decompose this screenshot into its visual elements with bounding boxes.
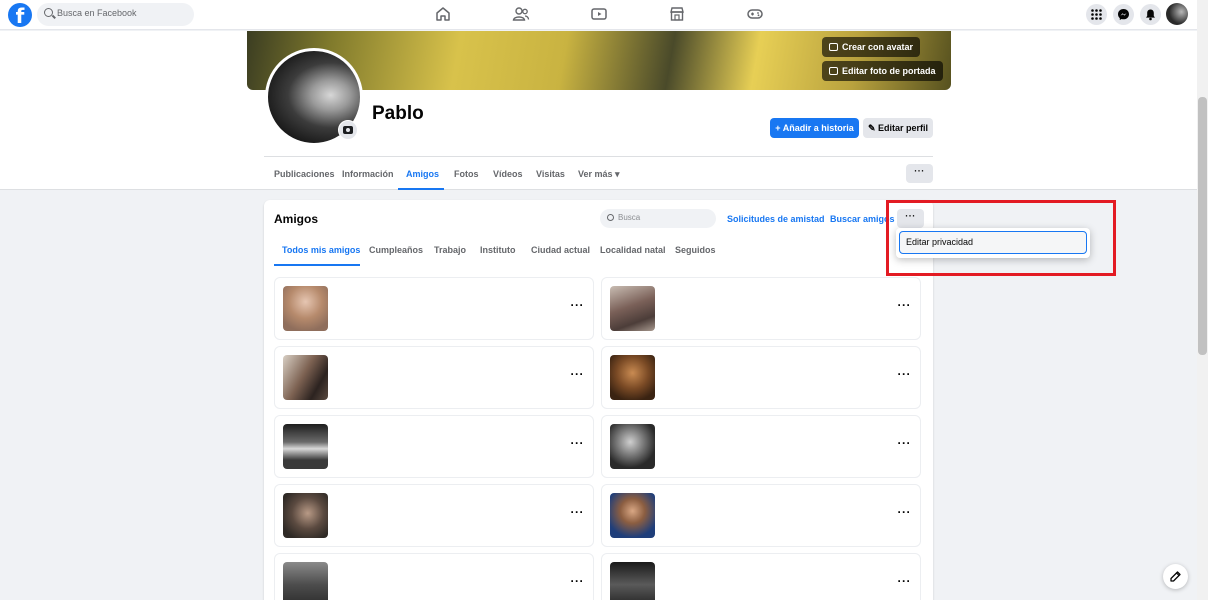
friend-card[interactable]: ··· (274, 484, 594, 547)
friend-card[interactable]: ··· (274, 553, 594, 600)
search-placeholder: Busca en Facebook (57, 8, 137, 18)
friend-card[interactable]: ··· (601, 277, 921, 340)
create-avatar-button[interactable]: Crear con avatar (822, 37, 921, 57)
add-to-story-button[interactable]: + Añadir a historia (770, 118, 859, 138)
tab-cumpleanos[interactable]: Cumpleaños (369, 245, 423, 255)
friend-options-button[interactable]: ··· (571, 298, 585, 312)
marketplace-icon[interactable] (668, 5, 686, 23)
friend-photo[interactable] (610, 493, 655, 538)
friend-card[interactable]: ··· (601, 346, 921, 409)
tab-instituto[interactable]: Instituto (480, 245, 516, 255)
friend-options-button[interactable]: ··· (571, 574, 585, 588)
bell-icon[interactable] (1140, 4, 1161, 25)
messenger-icon[interactable] (1113, 4, 1134, 25)
header-divider (264, 156, 933, 157)
edit-cover-photo-button[interactable]: Editar foto de portada (822, 61, 943, 81)
pencil-icon: ✎ (867, 123, 879, 133)
friend-card[interactable]: ··· (274, 346, 594, 409)
friend-photo[interactable] (283, 493, 328, 538)
friend-options-button[interactable]: ··· (898, 505, 912, 519)
camera-icon (829, 67, 838, 75)
active-tab-indicator (274, 264, 360, 266)
tab-visitas[interactable]: Visitas (536, 169, 565, 179)
friend-card[interactable]: ··· (601, 415, 921, 478)
friend-card[interactable]: ··· (274, 415, 594, 478)
tab-videos[interactable]: Vídeos (493, 169, 523, 179)
friend-photo[interactable] (283, 562, 328, 600)
friend-photo[interactable] (283, 355, 328, 400)
tab-localidad-natal[interactable]: Localidad natal (600, 245, 666, 255)
friends-title: Amigos (274, 212, 319, 226)
friend-options-button[interactable]: ··· (898, 298, 912, 312)
search-icon (44, 8, 53, 17)
tab-fotos[interactable]: Fotos (454, 169, 479, 179)
edit-profile-button[interactable]: ✎ Editar perfil (863, 118, 933, 138)
friend-options-button[interactable]: ··· (898, 367, 912, 381)
friends-search-input[interactable]: Busca (600, 209, 716, 228)
menu-grid-icon[interactable] (1086, 4, 1107, 25)
facebook-logo[interactable]: f (8, 3, 32, 28)
tab-informacion[interactable]: Información (342, 169, 394, 179)
plus-icon: + (775, 123, 783, 133)
find-friends-link[interactable]: Buscar amigos (830, 214, 895, 224)
friend-requests-link[interactable]: Solicitudes de amistad (727, 214, 825, 224)
friend-card[interactable]: ··· (601, 553, 921, 600)
active-tab-indicator (398, 188, 444, 190)
friend-photo[interactable] (610, 562, 655, 600)
gaming-icon[interactable] (746, 5, 764, 23)
compose-icon (1170, 571, 1181, 582)
tab-ciudad-actual[interactable]: Ciudad actual (531, 245, 590, 255)
friend-photo[interactable] (283, 424, 328, 469)
profile-header: Crear con avatar Editar foto de portada … (0, 31, 1197, 190)
account-avatar[interactable] (1166, 3, 1188, 25)
highlight-annotation-box (886, 200, 1116, 276)
tab-todos-mis-amigos[interactable]: Todos mis amigos (282, 245, 360, 255)
tab-publicaciones[interactable]: Publicaciones (274, 169, 335, 179)
new-message-button[interactable] (1163, 564, 1188, 589)
facebook-search-input[interactable]: Busca en Facebook (37, 3, 194, 26)
friend-photo[interactable] (610, 286, 655, 331)
friend-options-button[interactable]: ··· (898, 436, 912, 450)
friend-options-button[interactable]: ··· (571, 505, 585, 519)
friend-options-button[interactable]: ··· (898, 574, 912, 588)
friend-card[interactable]: ··· (274, 277, 594, 340)
top-navigation-bar: f Busca en Facebook (0, 0, 1197, 30)
camera-icon[interactable] (338, 120, 358, 140)
friend-options-button[interactable]: ··· (571, 436, 585, 450)
page-scrollbar[interactable] (1197, 0, 1208, 600)
watch-icon[interactable] (590, 5, 608, 23)
home-icon[interactable] (434, 5, 452, 23)
scrollbar-thumb[interactable] (1198, 97, 1207, 355)
friend-options-button[interactable]: ··· (571, 367, 585, 381)
tab-trabajo[interactable]: Trabajo (434, 245, 466, 255)
profile-name: Pablo (372, 103, 424, 124)
profile-more-button[interactable]: ··· (906, 164, 933, 183)
avatar-icon (829, 43, 838, 51)
tab-ver-mas[interactable]: Ver más ▾ (578, 169, 620, 180)
friend-photo[interactable] (610, 355, 655, 400)
friend-card[interactable]: ··· (601, 484, 921, 547)
caret-down-icon: ▾ (615, 169, 620, 179)
search-icon (607, 214, 614, 221)
friend-photo[interactable] (610, 424, 655, 469)
tab-amigos[interactable]: Amigos (406, 169, 439, 179)
friend-photo[interactable] (283, 286, 328, 331)
tab-seguidos[interactable]: Seguidos (675, 245, 716, 255)
friends-icon[interactable] (512, 5, 530, 23)
